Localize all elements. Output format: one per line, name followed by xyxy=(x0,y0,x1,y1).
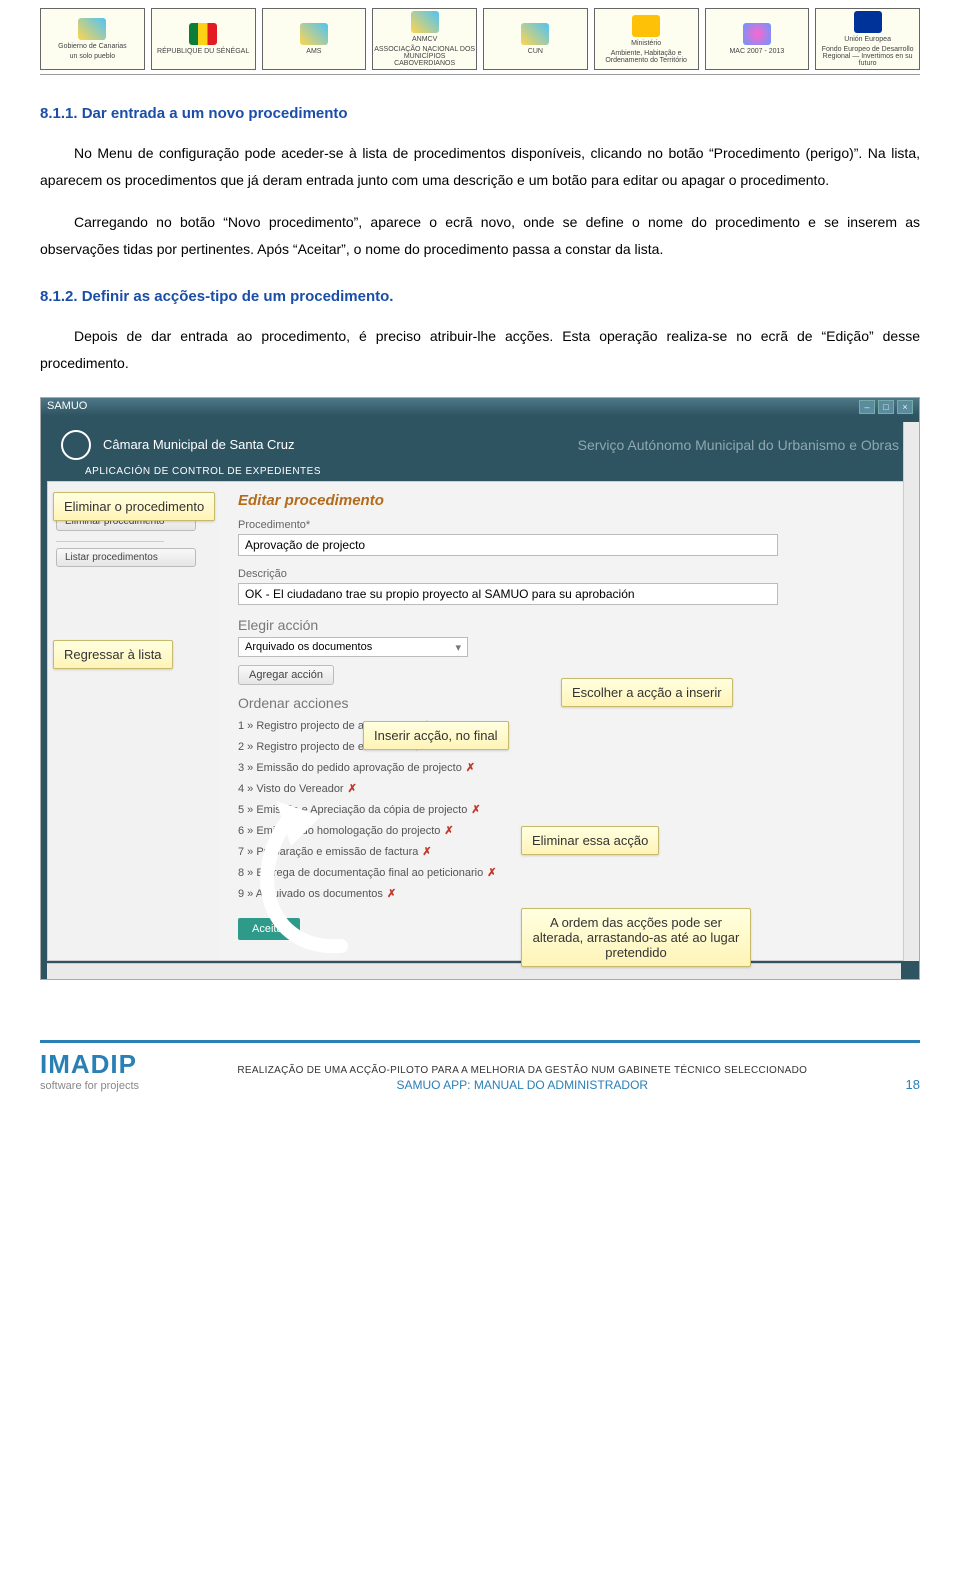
paragraph: Carregando no botão “Novo procedimento”,… xyxy=(40,209,920,262)
delete-action-icon[interactable]: ✗ xyxy=(487,867,496,879)
partner-logo-strip: Gobierno de Canariasun solo pueblo RÉPUB… xyxy=(40,0,920,75)
service-name: Serviço Autónomo Municipal do Urbanismo … xyxy=(578,437,899,453)
field-label-description: Descrição xyxy=(238,568,892,580)
logo-ministerio: MinistérioAmbiente, Habitação e Ordename… xyxy=(594,8,699,70)
delete-action-icon[interactable]: ✗ xyxy=(348,783,357,795)
logo-senegal: RÉPUBLIQUE DU SÉNÉGAL xyxy=(151,8,256,70)
callout-insert-action: Inserir acção, no final xyxy=(363,721,509,750)
screenshot-frame: SAMUO – □ × Câmara Municipal de Santa Cr… xyxy=(40,397,920,980)
vertical-scrollbar[interactable] xyxy=(903,422,919,961)
window-minimize-icon[interactable]: – xyxy=(859,400,875,414)
list-item[interactable]: 3 » Emissão do pedido aprovação de proje… xyxy=(238,757,892,778)
logo-ams: AMS xyxy=(262,8,367,70)
window-maximize-icon[interactable]: □ xyxy=(878,400,894,414)
list-item[interactable]: 2 » Registro projecto de estabilidad✗ xyxy=(238,736,892,757)
window-close-icon[interactable]: × xyxy=(897,400,913,414)
horizontal-scrollbar[interactable] xyxy=(47,963,901,979)
add-action-button[interactable]: Agregar acción xyxy=(238,665,334,685)
window-titlebar: SAMUO – □ × xyxy=(41,398,919,416)
sidebar: Menú Eliminar procedimento Listar proced… xyxy=(48,482,218,960)
delete-action-icon[interactable]: ✗ xyxy=(444,825,453,837)
callout-choose-action: Escolher a acção a inserir xyxy=(561,678,733,707)
choose-action-heading: Elegir acción xyxy=(238,617,892,633)
footer-brand: IMADIP software for projects xyxy=(40,1049,139,1092)
callout-eliminate-procedure: Eliminar o procedimento xyxy=(53,492,215,521)
app-subheading: APLICACIÓN DE CONTROL DE EXPEDIENTES xyxy=(41,466,919,481)
section-heading-812: 8.1.2. Definir as acções-tipo de um proc… xyxy=(40,288,920,305)
callout-reorder-actions: A ordem das acções pode ser alterada, ar… xyxy=(521,908,751,967)
logo-mac: MAC 2007 - 2013 xyxy=(705,8,810,70)
field-label-procedure: Procedimento* xyxy=(238,519,892,531)
separator xyxy=(56,541,164,542)
logo-feder: Unión EuropeaFondo Europeo de Desarrollo… xyxy=(815,8,920,70)
delete-action-icon[interactable]: ✗ xyxy=(387,888,396,900)
edit-procedure-heading: Editar procedimento xyxy=(238,492,892,509)
org-name: Câmara Municipal de Santa Cruz xyxy=(103,437,294,452)
municipality-emblem-icon xyxy=(61,430,91,460)
list-procedures-button[interactable]: Listar procedimentos xyxy=(56,548,196,567)
procedure-name-input[interactable]: Aprovação de projecto xyxy=(238,534,778,556)
footer-title-block: REALIZAÇÃO DE UMA ACÇÃO-PILOTO PARA A ME… xyxy=(237,1065,807,1092)
logo-cun: CUN xyxy=(483,8,588,70)
delete-action-icon[interactable]: ✗ xyxy=(466,762,475,774)
delete-action-icon[interactable]: ✗ xyxy=(471,804,480,816)
window-title: SAMUO xyxy=(47,400,87,414)
reorder-drag-arrow-icon xyxy=(236,801,366,966)
logo-anmcv: ANMCVASSOCIAÇÃO NACIONAL DOS MUNICÍPIOS … xyxy=(372,8,477,70)
procedure-description-input[interactable]: OK - El ciudadano trae su propio proyect… xyxy=(238,583,778,605)
logo-gobierno-canarias: Gobierno de Canariasun solo pueblo xyxy=(40,8,145,70)
paragraph: Depois de dar entrada ao procedimento, é… xyxy=(40,323,920,376)
section-heading-811: 8.1.1. Dar entrada a um novo procediment… xyxy=(40,105,920,122)
list-item[interactable]: 4 » Visto do Vereador✗ xyxy=(238,778,892,799)
action-select[interactable]: Arquivado os documentos xyxy=(238,637,468,657)
callout-delete-action: Eliminar essa acção xyxy=(521,826,659,855)
page-number: 18 xyxy=(906,1077,920,1092)
delete-action-icon[interactable]: ✗ xyxy=(422,846,431,858)
callout-back-to-list: Regressar à lista xyxy=(53,640,173,669)
paragraph: No Menu de configuração pode aceder-se à… xyxy=(40,140,920,193)
page-footer: IMADIP software for projects REALIZAÇÃO … xyxy=(40,1040,920,1092)
list-item[interactable]: 1 » Registro projecto de arquitectura✗ xyxy=(238,715,892,736)
